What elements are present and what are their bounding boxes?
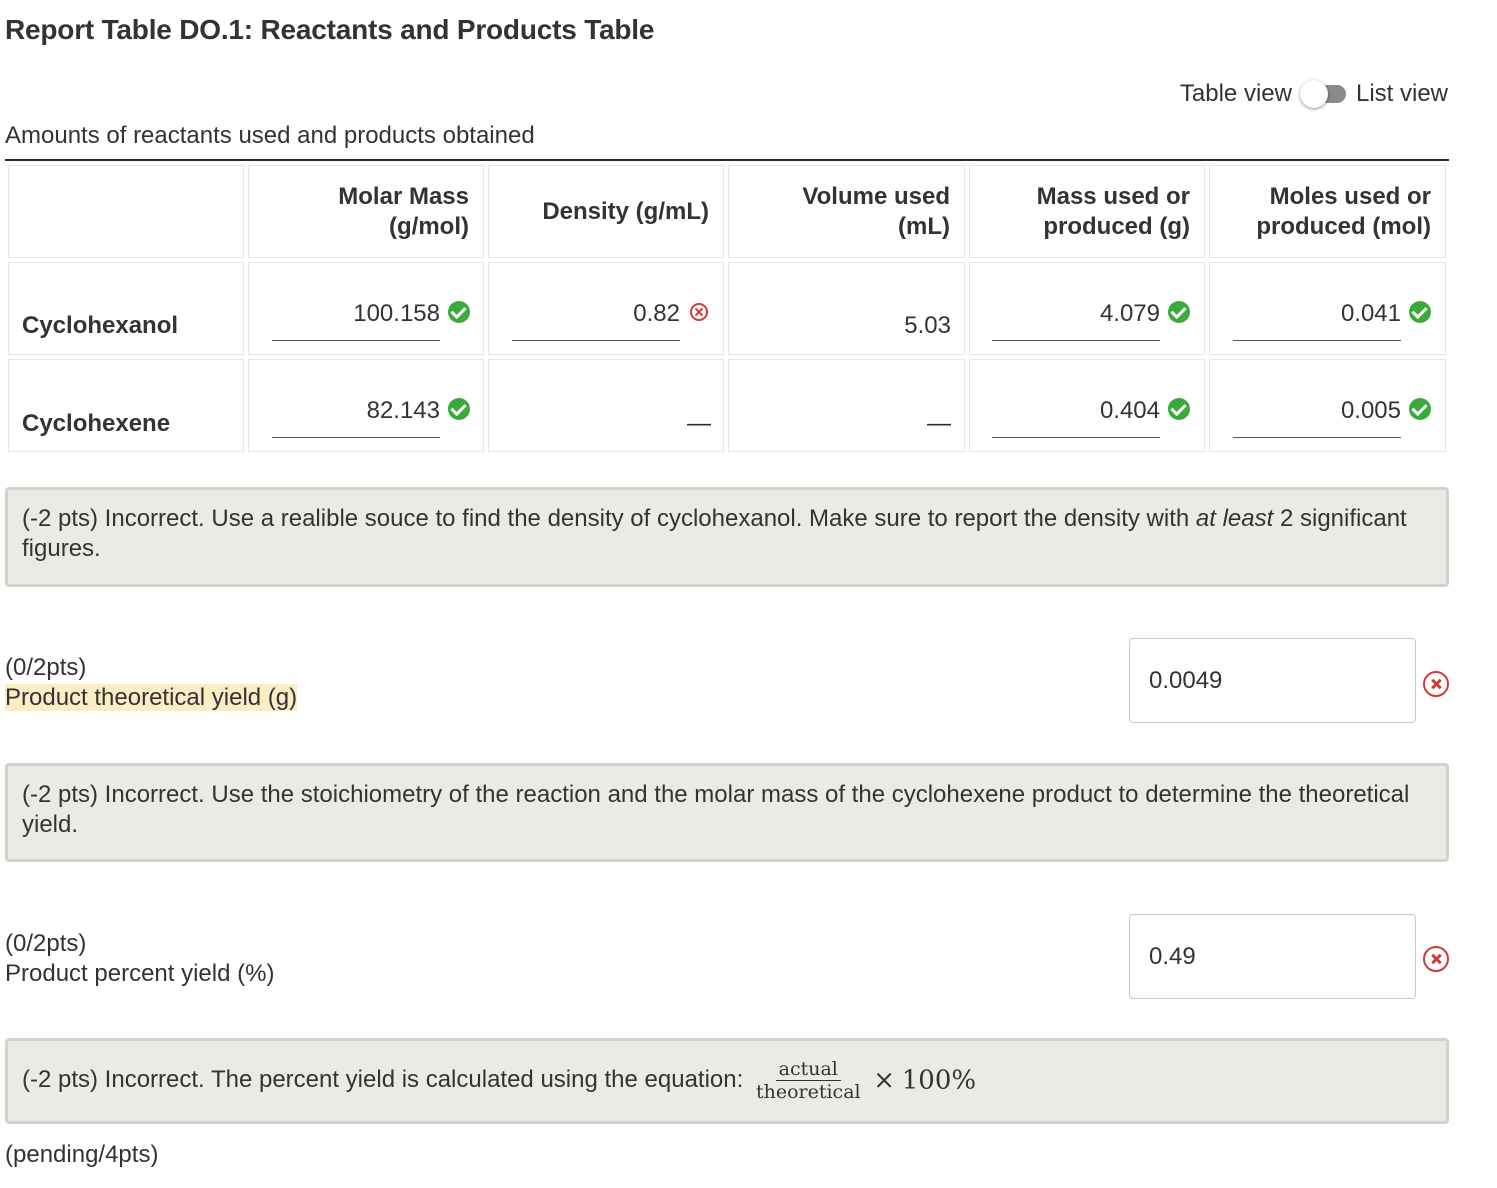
input-underline bbox=[1233, 340, 1401, 341]
moles-cyclohexene[interactable]: 0.005 bbox=[1233, 397, 1401, 425]
yield-fraction: actual theoretical bbox=[756, 1058, 861, 1103]
percent-yield-question: (0/2pts) Product percent yield (%) bbox=[5, 929, 274, 989]
table-caption: Amounts of reactants used and products o… bbox=[5, 122, 535, 149]
header-mass: Mass used or produced (g) bbox=[969, 165, 1205, 258]
check-icon bbox=[1168, 398, 1190, 420]
score-label: (0/2pts) bbox=[5, 654, 87, 681]
density-cyclohexanol[interactable]: 0.82 bbox=[512, 300, 680, 328]
theoretical-yield-input[interactable]: 0.0049 bbox=[1129, 638, 1416, 723]
molar-mass-cyclohexene[interactable]: 82.143 bbox=[272, 397, 440, 425]
header-density: Density (g/mL) bbox=[488, 165, 724, 258]
view-toggle[interactable]: Table view List view bbox=[1180, 80, 1448, 108]
percent-yield-input[interactable]: 0.49 bbox=[1129, 914, 1416, 999]
input-underline bbox=[272, 340, 440, 341]
question-label: Product theoretical yield (g) bbox=[5, 684, 298, 711]
pending-score: (pending/4pts) bbox=[5, 1141, 159, 1168]
input-underline bbox=[512, 340, 680, 341]
switch-knob[interactable] bbox=[1299, 80, 1328, 108]
list-view-label[interactable]: List view bbox=[1356, 80, 1448, 108]
input-underline bbox=[272, 437, 440, 438]
volume-cyclohexene: — bbox=[927, 410, 951, 437]
feedback-text: (-2 pts) Incorrect. The percent yield is… bbox=[22, 1065, 744, 1093]
row-label-cyclohexene: Cyclohexene bbox=[22, 410, 171, 437]
mass-cyclohexene[interactable]: 0.404 bbox=[992, 397, 1160, 425]
feedback-text: (-2 pts) Incorrect. Use a realible souce… bbox=[22, 505, 1196, 532]
theoretical-yield-question: (0/2pts) Product theoretical yield (g) bbox=[5, 653, 298, 713]
theoretical-yield-feedback: (-2 pts) Incorrect. Use the stoichiometr… bbox=[5, 763, 1449, 862]
input-underline bbox=[992, 340, 1160, 341]
header-volume: Volume used (mL) bbox=[728, 165, 965, 258]
cell bbox=[488, 359, 724, 452]
fraction-numerator: actual bbox=[775, 1058, 841, 1081]
view-switch[interactable] bbox=[1299, 80, 1348, 108]
check-icon bbox=[1168, 301, 1190, 323]
table-row bbox=[8, 262, 244, 355]
check-icon bbox=[448, 301, 470, 323]
density-feedback: (-2 pts) Incorrect. Use a realible souce… bbox=[5, 487, 1449, 587]
molar-mass-cyclohexanol[interactable]: 100.158 bbox=[272, 300, 440, 328]
volume-cyclohexanol: 5.03 bbox=[904, 312, 951, 339]
density-cyclohexene: — bbox=[687, 410, 711, 437]
check-icon bbox=[1409, 398, 1431, 420]
input-underline bbox=[992, 437, 1160, 438]
percent-yield-feedback: (-2 pts) Incorrect. The percent yield is… bbox=[5, 1038, 1449, 1124]
check-icon bbox=[1409, 301, 1431, 323]
table-row bbox=[8, 359, 244, 452]
header-molar-mass: Molar Mass (g/mol) bbox=[248, 165, 484, 258]
feedback-emphasis: at least bbox=[1195, 505, 1274, 532]
hundred-percent: 100% bbox=[901, 1065, 977, 1096]
mass-cyclohexanol[interactable]: 4.079 bbox=[992, 300, 1160, 328]
row-label-cyclohexanol: Cyclohexanol bbox=[22, 312, 179, 339]
times-sign: × bbox=[873, 1065, 896, 1096]
table-top-rule bbox=[5, 159, 1449, 161]
page-title: Report Table DO.1: Reactants and Product… bbox=[5, 14, 655, 45]
x-circle-icon bbox=[690, 303, 708, 321]
input-underline bbox=[1233, 437, 1401, 438]
x-circle-icon bbox=[1423, 671, 1449, 697]
x-circle-icon bbox=[1423, 946, 1449, 972]
moles-cyclohexanol[interactable]: 0.041 bbox=[1233, 300, 1401, 328]
cell bbox=[728, 359, 965, 452]
question-label: Product percent yield (%) bbox=[5, 960, 275, 987]
header-moles: Moles used or produced (mol) bbox=[1209, 165, 1446, 258]
header-cell-empty bbox=[8, 165, 244, 258]
score-label: (0/2pts) bbox=[5, 930, 87, 957]
fraction-denominator: theoretical bbox=[755, 1081, 861, 1103]
cell bbox=[728, 262, 965, 355]
table-view-label[interactable]: Table view bbox=[1180, 80, 1292, 108]
check-icon bbox=[448, 398, 470, 420]
